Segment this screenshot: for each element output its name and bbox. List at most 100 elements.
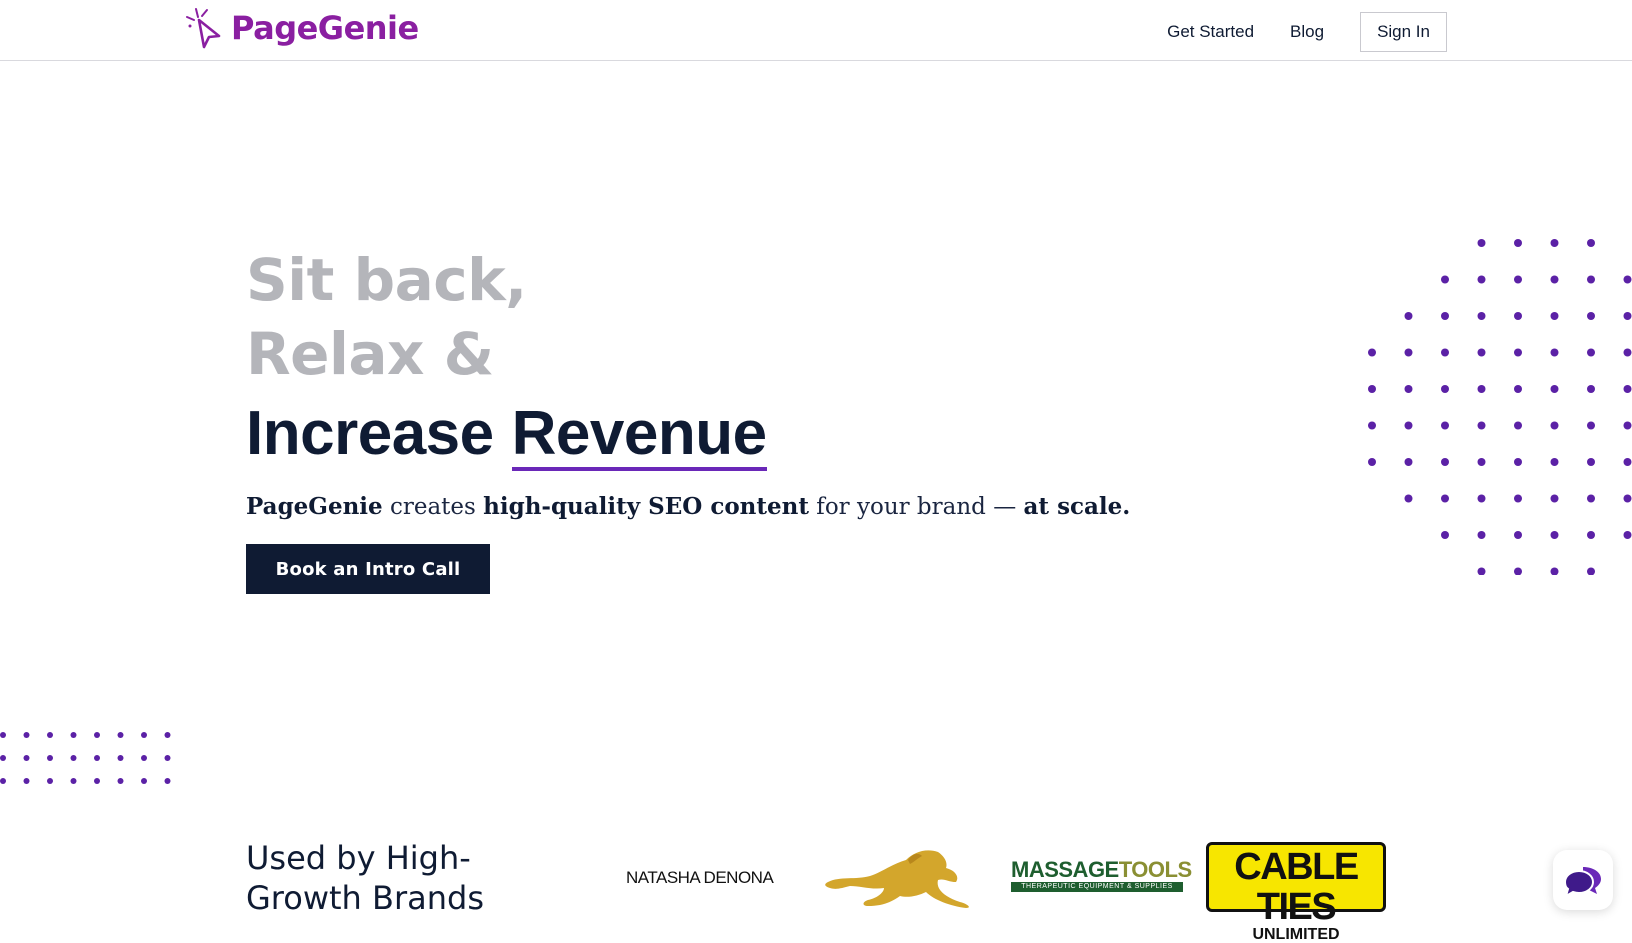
decorative-dot — [1368, 348, 1376, 357]
hero-tagline: PageGenie creates high-quality SEO conte… — [246, 493, 1130, 520]
decorative-dot — [1404, 385, 1413, 393]
decorative-dot — [1477, 239, 1486, 247]
tools-word: TOOLS — [1118, 857, 1192, 882]
decorative-dot — [1477, 567, 1486, 575]
massage-tools-subtitle: THERAPEUTIC EQUIPMENT & SUPPLIES — [1011, 882, 1183, 892]
decorative-dot — [1514, 275, 1522, 284]
hero-headline-line3: Increase Revenue — [246, 398, 767, 471]
decorative-dot — [1514, 348, 1522, 357]
decorative-dot — [1477, 385, 1486, 393]
decorative-dot — [1441, 458, 1449, 466]
decorative-dot — [1623, 385, 1632, 393]
site-header: PageGenie Get Started Blog Sign In — [0, 0, 1632, 61]
decorative-dot — [1550, 239, 1559, 247]
decorative-dot — [1404, 348, 1413, 357]
chat-bubbles-icon — [1563, 867, 1601, 897]
massage-word: MASSAGE — [1011, 857, 1119, 882]
decorative-dot — [1441, 385, 1449, 393]
decorative-dot — [1587, 312, 1595, 320]
sign-in-button[interactable]: Sign In — [1360, 12, 1447, 52]
decorative-dot — [1441, 275, 1449, 284]
decorative-dot — [47, 732, 53, 738]
tagline-part1: creates — [382, 494, 484, 520]
decorative-dot — [1623, 312, 1632, 320]
decorative-dot — [70, 778, 77, 784]
decorative-dot — [1441, 312, 1449, 320]
decorative-dot — [1550, 275, 1559, 284]
decorative-dot — [1477, 458, 1486, 466]
brand-logo-lion — [825, 850, 969, 908]
book-intro-call-button[interactable]: Book an Intro Call — [246, 544, 490, 594]
hero-headline-line1: Sit back, — [246, 246, 527, 314]
decorative-dot — [164, 755, 171, 761]
decorative-dot — [1368, 458, 1376, 466]
decorative-dot — [1514, 458, 1522, 466]
decorative-dot — [94, 732, 100, 738]
decorative-dot — [117, 755, 124, 761]
decorative-dot — [1368, 385, 1376, 393]
decorative-dot — [141, 755, 147, 761]
decorative-dot — [1404, 312, 1413, 320]
decorative-dot — [94, 755, 100, 761]
decorative-dot — [1441, 494, 1449, 503]
decorative-dot — [70, 755, 77, 761]
decorative-dot — [23, 732, 30, 738]
magic-wand-cursor-icon — [186, 8, 221, 49]
decorative-dot — [1587, 494, 1595, 503]
decorative-dot — [1404, 458, 1413, 466]
decorative-dot — [1477, 531, 1486, 539]
decorative-dot — [1550, 531, 1559, 539]
decorative-dot — [1477, 494, 1486, 503]
nav-get-started-link[interactable]: Get Started — [1167, 22, 1254, 42]
decorative-dot — [1514, 567, 1522, 575]
decorative-dot — [1477, 312, 1486, 320]
decorative-dot — [1514, 239, 1522, 247]
decorative-dot — [23, 778, 30, 784]
decorative-dot — [117, 778, 124, 784]
decorative-dot — [1550, 421, 1559, 430]
decorative-dot — [1587, 348, 1595, 357]
decorative-dot — [1550, 567, 1559, 575]
decorative-dot — [1441, 531, 1449, 539]
brand-logo-natasha-denona: NATASHA DENONA — [626, 868, 774, 887]
decorative-dot — [23, 755, 30, 761]
decorative-dot — [1514, 312, 1522, 320]
cable-ties-bottom-text: UNLIMITED — [1252, 926, 1340, 943]
decorative-dot — [1587, 385, 1595, 393]
decorative-dot — [1514, 494, 1522, 503]
decorative-dot — [1587, 531, 1595, 539]
decorative-dot — [164, 778, 171, 784]
decorative-dot — [1514, 385, 1522, 393]
brand-logo[interactable]: PageGenie — [185, 5, 419, 51]
main-nav: Get Started Blog Sign In — [1167, 12, 1447, 52]
decorative-dot — [47, 778, 53, 784]
decorative-dot — [1623, 421, 1632, 430]
tagline-bold2: at scale. — [1023, 493, 1131, 520]
decorative-dot — [70, 732, 77, 738]
decorative-dot — [1477, 348, 1486, 357]
hero-word-increase: Increase — [246, 399, 494, 468]
decorative-dot — [1514, 421, 1522, 430]
decorative-dot — [47, 755, 53, 761]
decorative-dot — [141, 778, 147, 784]
decorative-dot — [94, 778, 100, 784]
decorative-dot — [0, 732, 6, 738]
decorative-dot — [1623, 531, 1632, 539]
decorative-dot — [1587, 239, 1595, 247]
chat-widget-button[interactable] — [1553, 850, 1613, 910]
hero-word-revenue: Revenue — [511, 403, 767, 471]
decorative-dot — [1587, 275, 1595, 284]
nav-blog-link[interactable]: Blog — [1290, 22, 1324, 42]
decorative-dot — [117, 732, 124, 738]
brands-title-line1: Used by High- — [246, 839, 471, 877]
decorative-dot — [1623, 275, 1632, 284]
decorative-dot — [0, 778, 6, 784]
decorative-dot — [1550, 494, 1559, 503]
tagline-bold1: high-quality SEO content — [483, 493, 809, 520]
decorative-dot — [0, 755, 6, 761]
decorative-dot — [1587, 567, 1595, 575]
brand-name: PageGenie — [231, 9, 419, 47]
tagline-brand: PageGenie — [246, 493, 383, 520]
decorative-dot — [1550, 458, 1559, 466]
decorative-dot — [1441, 348, 1449, 357]
